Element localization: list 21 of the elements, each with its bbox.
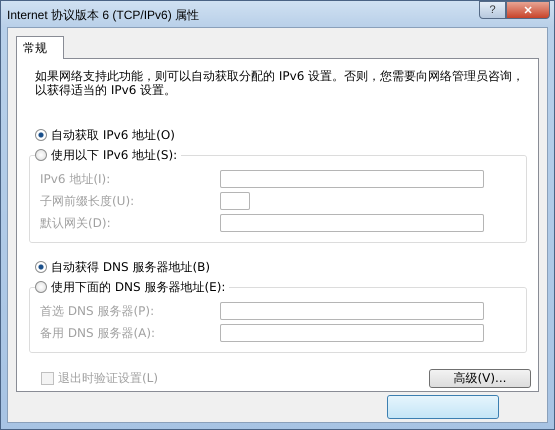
field-label: IPv6 地址(I): <box>40 170 112 188</box>
advanced-button[interactable]: 高级(V)... <box>429 369 531 388</box>
input-field[interactable] <box>220 214 484 232</box>
checkbox-label: 退出时验证设置(L) <box>58 370 158 387</box>
tab[interactable]: 常规 <box>16 36 64 59</box>
input-field[interactable] <box>220 170 484 188</box>
field-label: 子网前缀长度(U): <box>40 192 136 210</box>
field-label: 备用 DNS 服务器(A): <box>40 324 156 342</box>
help-button[interactable]: ? <box>479 1 506 19</box>
input-field[interactable] <box>220 192 250 210</box>
field-label: 首选 DNS 服务器(P): <box>40 302 156 320</box>
input-field[interactable] <box>220 324 484 342</box>
dialog-button[interactable] <box>387 395 499 419</box>
radio-label: 自动获取 IPv6 地址(O) <box>51 126 175 144</box>
radio-label: 使用以下 IPv6 地址(S): <box>51 146 178 164</box>
description-text: 如果网络支持此功能，则可以自动获取分配的 IPv6 设置。否则，您需要向网络管理员咨询，以获得适当的 IPv6 设置。 <box>35 69 526 97</box>
radio-label: 使用下面的 DNS 服务器地址(E): <box>51 278 226 296</box>
window-title: Internet 协议版本 6 (TCP/IPv6) 属性 <box>7 7 200 24</box>
input-field[interactable] <box>220 302 484 320</box>
field-label: 默认网关(D): <box>40 214 112 232</box>
radio-label: 自动获得 DNS 服务器地址(B) <box>51 258 210 276</box>
